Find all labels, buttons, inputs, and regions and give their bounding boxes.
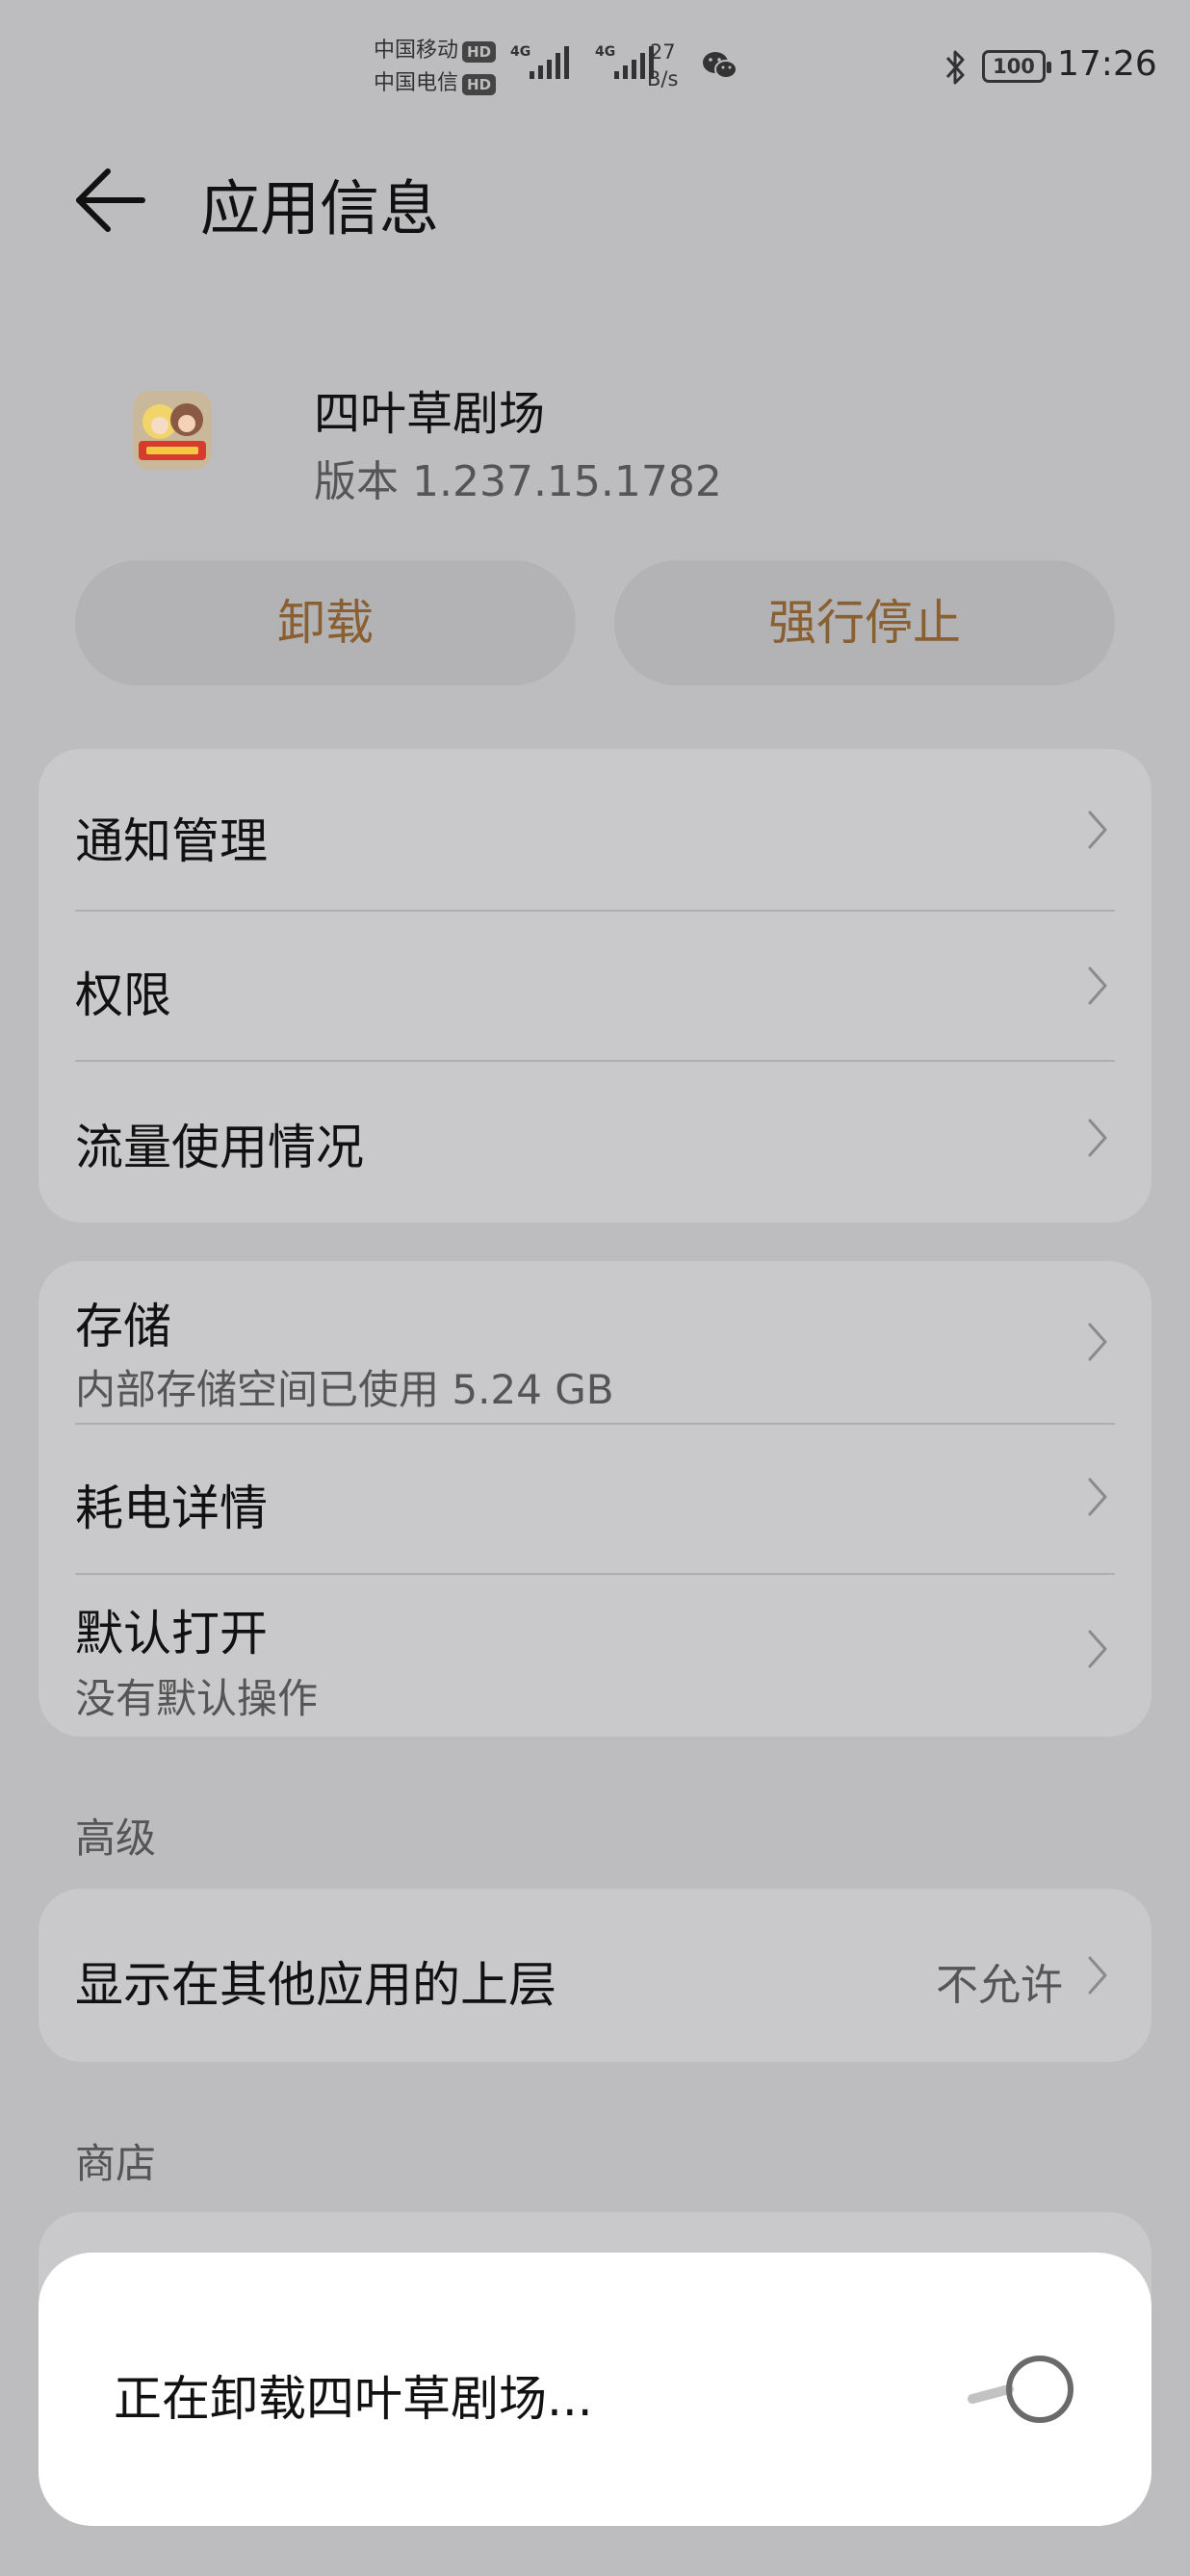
storage-battery-card: 存储 内部存储空间已使用 5.24 GB 耗电详情 默认打开 没有默认操作 [39, 1261, 1151, 1737]
clock: 17:26 [1057, 44, 1157, 84]
net-speed-value: 27 [649, 40, 676, 64]
dialog-message: 正在卸载四叶草剧场... [114, 2371, 593, 2427]
row-subtitle: 内部存储空间已使用 5.24 GB [75, 1366, 614, 1413]
loading-spinner-icon [968, 2356, 1074, 2423]
chevron-right-icon [1088, 966, 1107, 1005]
row-label: 流量使用情况 [75, 1120, 364, 1175]
chevron-right-icon [1088, 811, 1107, 849]
row-label: 耗电详情 [75, 1481, 268, 1536]
permissions-row[interactable]: 权限 [39, 911, 1151, 1061]
storage-row[interactable]: 存储 内部存储空间已使用 5.24 GB [39, 1261, 1151, 1423]
net-speed: 27 B/s [647, 39, 678, 92]
row-label: 通知管理 [75, 813, 268, 869]
signal-indicators: 4G 4G [510, 44, 657, 83]
bluetooth-icon [945, 50, 965, 85]
back-arrow-icon[interactable] [69, 162, 156, 239]
row-label: 存储 [75, 1299, 171, 1354]
notification-management-row[interactable]: 通知管理 [39, 749, 1151, 911]
carrier-1: 中国移动 [374, 39, 459, 63]
network-type-1: 4G [510, 44, 531, 60]
display-over-other-apps-row[interactable]: 显示在其他应用的上层 不允许 [39, 1889, 1151, 2062]
row-label: 默认打开 [75, 1606, 268, 1662]
uninstall-progress-dialog: 正在卸载四叶草剧场... [39, 2253, 1151, 2526]
network-type-2: 4G [595, 44, 616, 60]
hd-badge: HD [462, 41, 497, 63]
section-label-store: 商店 [75, 2140, 157, 2187]
section-label-advanced: 高级 [75, 1815, 157, 1862]
page-title: 应用信息 [200, 173, 440, 244]
chevron-right-icon [1088, 1478, 1107, 1516]
force-stop-button[interactable]: 强行停止 [614, 560, 1115, 685]
advanced-card: 显示在其他应用的上层 不允许 [39, 1889, 1151, 2062]
row-label: 权限 [75, 967, 171, 1023]
hd-badge: HD [462, 74, 497, 95]
row-subtitle: 没有默认操作 [75, 1675, 319, 1722]
app-name: 四叶草剧场 [314, 387, 546, 441]
carrier-2: 中国电信 [374, 71, 459, 95]
net-speed-unit: B/s [647, 67, 679, 90]
app-icon [133, 391, 212, 470]
chevron-right-icon [1088, 1956, 1107, 1995]
data-usage-row[interactable]: 流量使用情况 [39, 1061, 1151, 1223]
app-settings-card: 通知管理 权限 流量使用情况 [39, 749, 1151, 1223]
row-label: 显示在其他应用的上层 [75, 1957, 556, 2013]
chevron-right-icon [1088, 1630, 1107, 1668]
uninstall-button[interactable]: 卸载 [75, 560, 576, 685]
chevron-right-icon [1088, 1323, 1107, 1361]
app-version: 版本 1.237.15.1782 [314, 457, 722, 506]
signal-icon: 4G [510, 44, 572, 83]
row-value: 不允许 [936, 1961, 1063, 2010]
battery-usage-row[interactable]: 耗电详情 [39, 1424, 1151, 1574]
open-by-default-row[interactable]: 默认打开 没有默认操作 [39, 1574, 1151, 1737]
chevron-right-icon [1088, 1119, 1107, 1157]
carrier-info: 中国移动 HD 中国电信 HD [374, 35, 497, 100]
status-bar: 中国移动 HD 中国电信 HD 4G 4G 27 B/s 100 17:26 [0, 0, 1190, 135]
battery-icon: 100 [982, 50, 1051, 83]
wechat-icon [703, 52, 737, 79]
